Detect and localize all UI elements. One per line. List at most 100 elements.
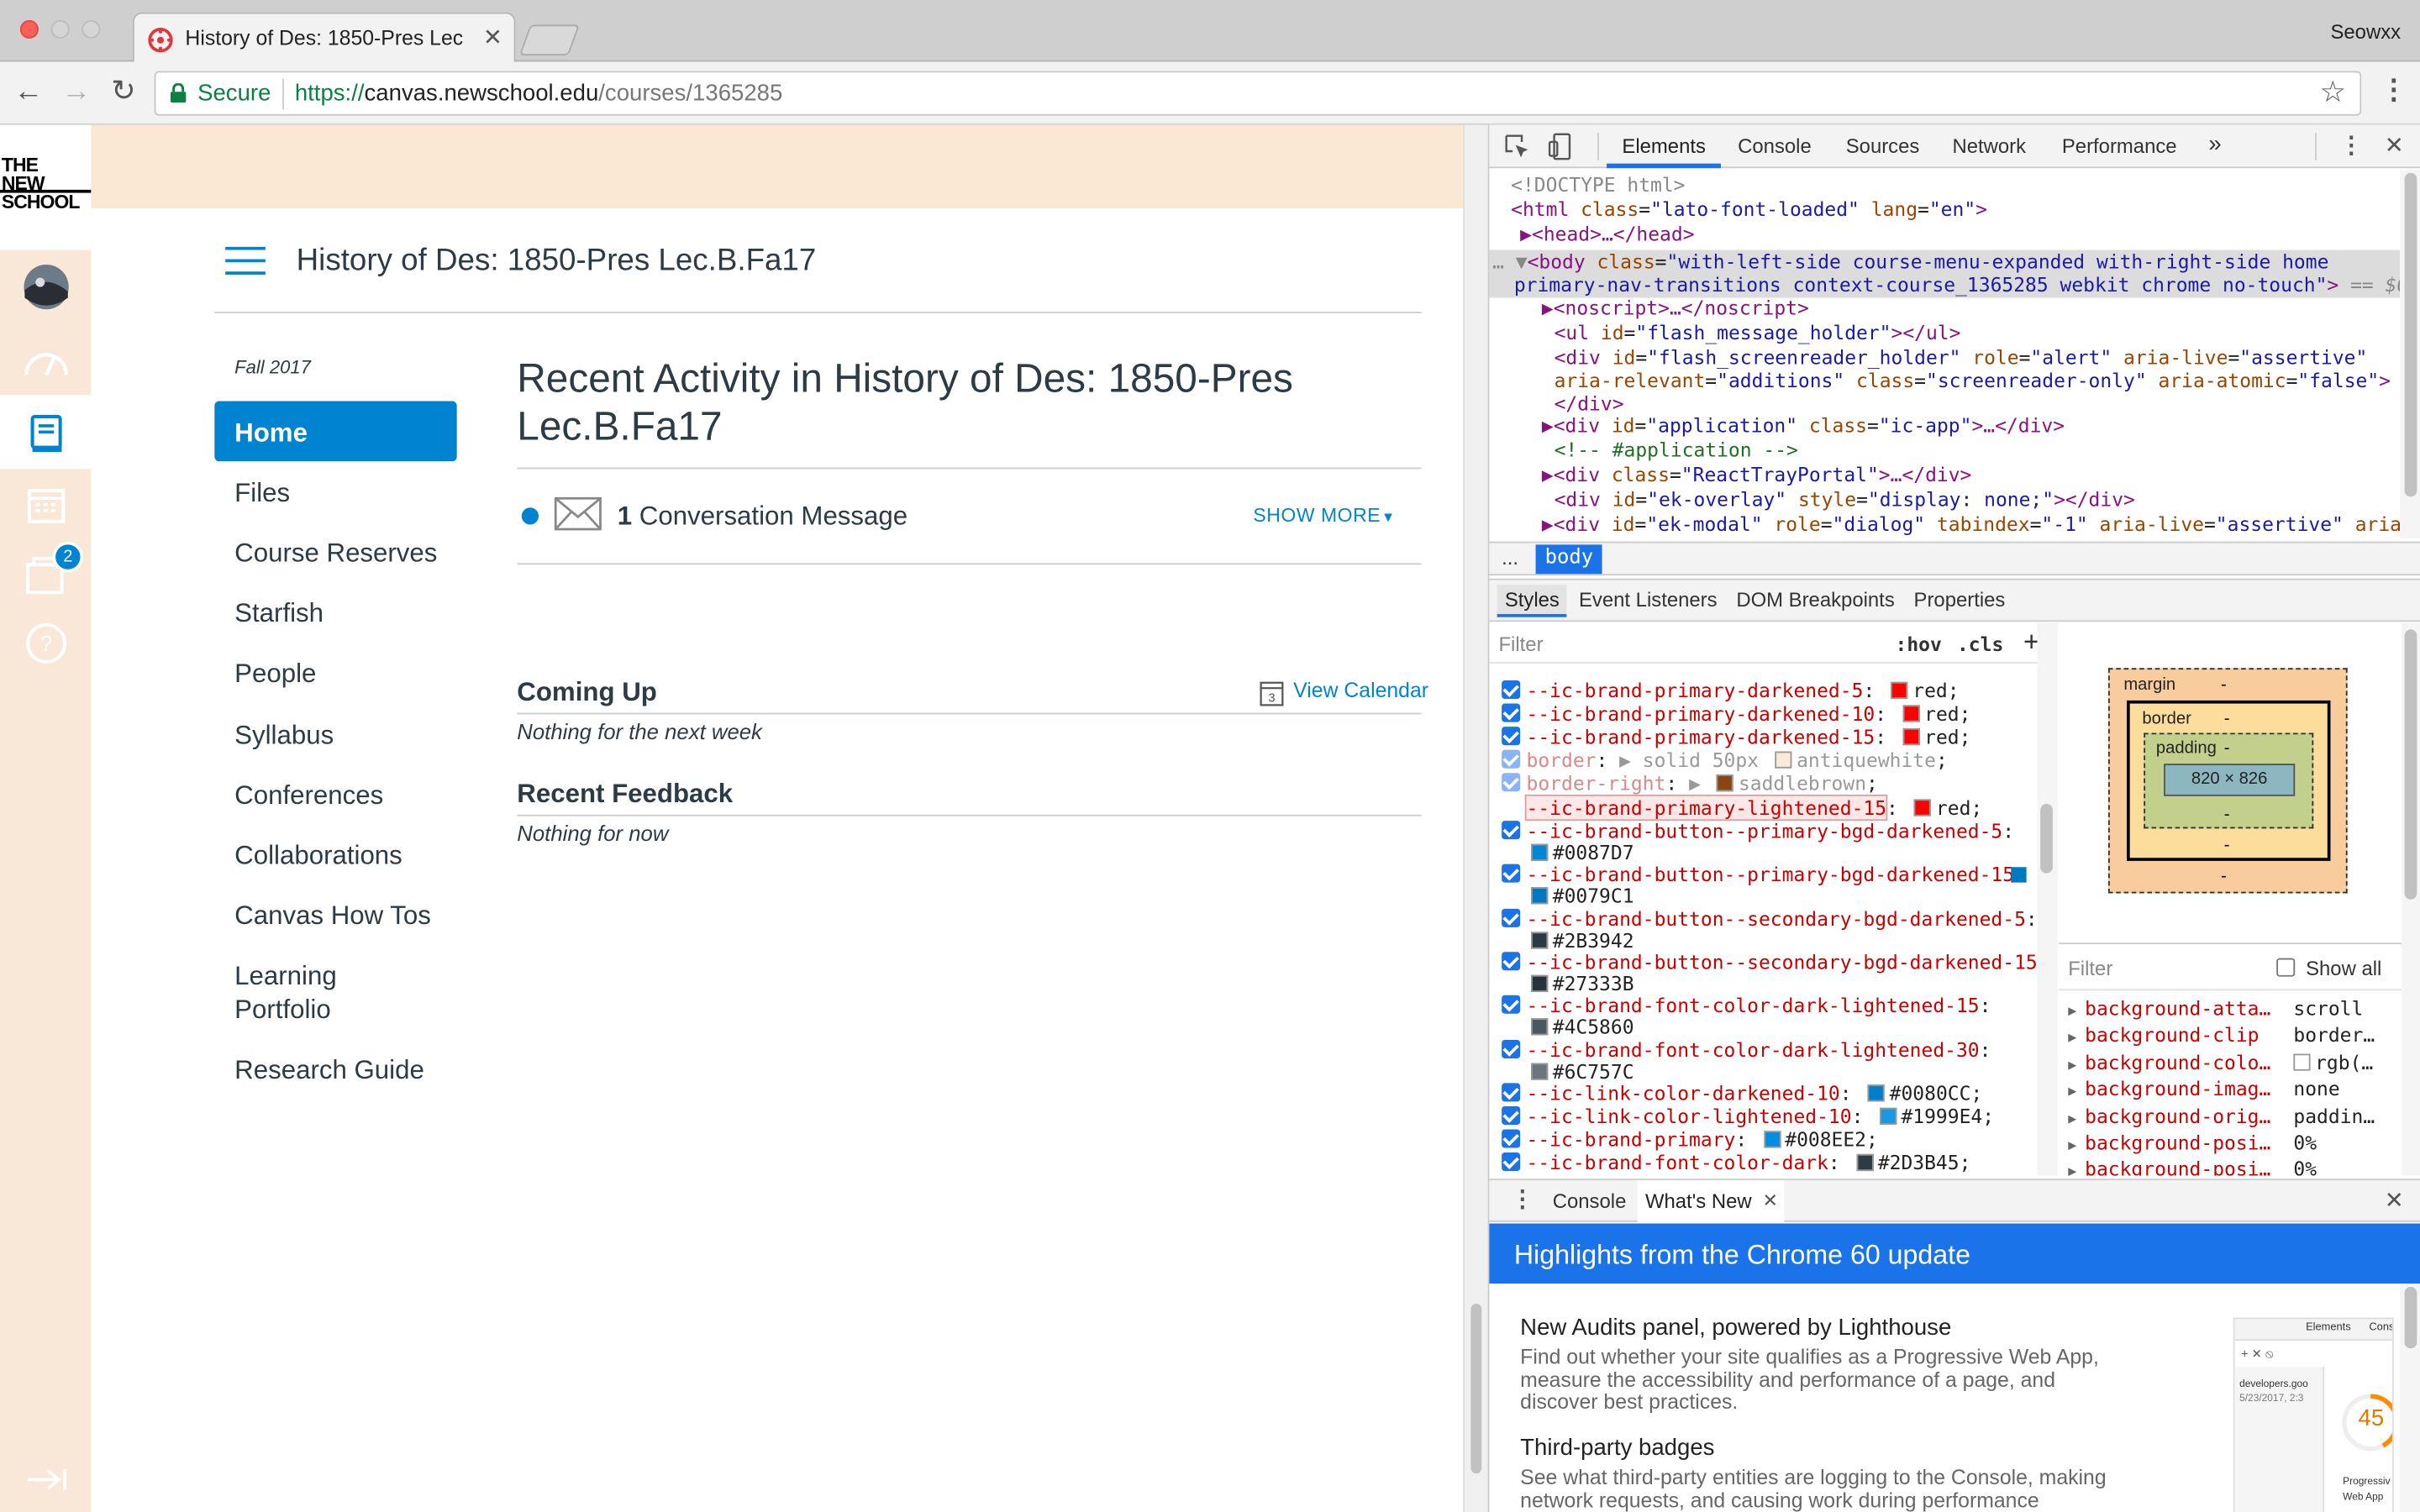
dom-line-flash-holder[interactable]: <ul id="flash_message_holder"></ul> [1555, 321, 1961, 344]
dom-line-application[interactable]: ▶<div id="application" class="ic-app">…<… [1542, 413, 2065, 437]
course-nav-learning-portfolio[interactable]: Learning [214, 959, 456, 992]
style-rule[interactable]: --ic-brand-primary-darkened-15: red; [1527, 725, 1971, 748]
color-swatch[interactable] [1531, 1063, 1549, 1080]
courses-icon[interactable] [0, 398, 91, 469]
bookmark-star-icon[interactable]: ☆ [2320, 76, 2346, 111]
course-nav-canvas-how-tos[interactable]: Canvas How Tos [214, 900, 456, 932]
box-margin[interactable]: margin - - border - - padding - - 820 × … [2107, 668, 2348, 894]
drawer-tab-whats-new-label[interactable]: What's New [1645, 1189, 1752, 1213]
style-rule[interactable]: --ic-brand-button--primary-bgd-darkened-… [1527, 863, 2026, 886]
style-rule-checkbox[interactable] [1502, 995, 1521, 1014]
dom-line-head[interactable]: ▶<head>…</head> [1520, 222, 1694, 245]
style-rule-value[interactable]: #4C5860 [1527, 1016, 1634, 1038]
dom-tree-scrollbar[interactable] [2400, 170, 2420, 539]
dom-line-react-tray[interactable]: ▶<div class="ReactTrayPortal">…</div> [1542, 463, 1972, 486]
forward-icon[interactable]: → [61, 76, 91, 109]
style-rule[interactable]: --ic-brand-font-color-dark-lightened-30: [1527, 1038, 1991, 1062]
box-padding[interactable]: padding - - 820 × 826 [2144, 732, 2314, 829]
drawer-close-icon[interactable]: ✕ [2385, 1186, 2404, 1214]
color-swatch[interactable] [1531, 1018, 1549, 1036]
course-nav-syllabus[interactable]: Syllabus [214, 719, 456, 752]
address-bar[interactable]: Secure https://canvas.newschool.edu/cour… [154, 71, 2362, 116]
style-rule-checkbox[interactable] [1502, 1083, 1521, 1102]
style-rule-checkbox[interactable] [1502, 1039, 1521, 1059]
style-rule-checkbox[interactable] [1502, 727, 1521, 746]
more-tabs-icon[interactable]: » [2208, 131, 2221, 157]
hov-toggle[interactable]: :hov [1896, 633, 1942, 656]
color-swatch[interactable] [1531, 932, 1549, 949]
color-swatch[interactable] [1914, 799, 1932, 816]
color-swatch[interactable] [1867, 1084, 1886, 1102]
drawer-tab-console[interactable]: Console [1553, 1189, 1627, 1213]
course-nav-learning-portfolio-line2[interactable]: Portfolio [214, 994, 456, 1026]
whats-new-item1-title[interactable]: New Audits panel, powered by Lighthouse [1520, 1315, 1951, 1341]
color-swatch[interactable] [1531, 974, 1549, 993]
close-window-button[interactable] [19, 19, 39, 39]
style-rule-checkbox[interactable] [1502, 773, 1521, 792]
whats-new-scrollbar[interactable] [2400, 1284, 2420, 1512]
dom-line-screenreader[interactable]: <div id="flash_screenreader_holder" role… [1555, 345, 2368, 369]
dom-line-ek-overlay[interactable]: <div id="ek-overlay" style="display: non… [1555, 487, 2135, 511]
subtab-dom-breakpoints[interactable]: DOM Breakpoints [1736, 588, 1894, 612]
style-rule[interactable]: --ic-brand-button--secondary-bgd-darkene… [1527, 950, 2049, 974]
style-rule-value[interactable]: #0079C1 [1527, 884, 1634, 907]
style-rule[interactable]: --ic-brand-primary-lightened-15: red; [1524, 794, 1982, 822]
style-rule-value[interactable]: #2B3942 [1527, 929, 1634, 952]
dashboard-icon[interactable] [0, 326, 91, 396]
style-rule-checkbox[interactable] [1502, 1105, 1521, 1125]
color-swatch[interactable] [1763, 1131, 1781, 1148]
subtab-event-listeners[interactable]: Event Listeners [1579, 588, 1718, 612]
style-rule-checkbox[interactable] [1502, 864, 1521, 883]
style-rule[interactable]: --ic-brand-font-color-dark: #2D3B45; [1527, 1151, 1971, 1174]
back-icon[interactable]: ← [14, 76, 44, 109]
subtab-properties[interactable]: Properties [1914, 588, 2006, 612]
style-rule-checkbox[interactable] [1502, 1129, 1521, 1148]
computed-filter-input[interactable]: Filter [2068, 957, 2112, 980]
browser-tab[interactable]: History of Des: 1850-Pres Lec ✕ [132, 12, 516, 64]
style-rule[interactable]: --ic-link-color: #008EE2; [1527, 1174, 1844, 1176]
color-swatch[interactable] [1717, 774, 1734, 792]
tab-sources[interactable]: Sources [1846, 134, 1920, 158]
dom-line-comment[interactable]: <!-- #application --> [1555, 438, 1798, 462]
course-nav-course-reserves[interactable]: Course Reserves [214, 537, 456, 570]
device-toolbar-icon[interactable] [1548, 133, 1572, 160]
breadcrumb-course-title[interactable]: History of Des: 1850-Pres Lec.B.Fa17 [297, 244, 817, 279]
sidebar-scrollbar[interactable] [2401, 623, 2420, 1176]
breadcrumb-ellipsis[interactable]: ... [1502, 546, 1518, 570]
dom-line-screenreader-cont[interactable]: aria-relevant="additions" class="screenr… [1555, 369, 2391, 392]
color-swatch[interactable] [1531, 843, 1549, 861]
chrome-menu-icon[interactable]: ⋮ [2380, 74, 2407, 107]
course-nav-people[interactable]: People [214, 657, 456, 690]
tab-elements[interactable]: Elements [1622, 134, 1706, 158]
dom-line-body[interactable]: … ▼<body class="with-left-side course-me… [1492, 250, 2328, 274]
style-rule-checkbox[interactable] [1502, 749, 1521, 769]
help-icon[interactable]: ? [0, 608, 91, 679]
color-swatch[interactable] [1902, 727, 1920, 746]
style-rule[interactable]: --ic-brand-button--primary-bgd-darkened-… [1527, 819, 2015, 843]
tab-performance[interactable]: Performance [2062, 134, 2177, 158]
dom-tree-scrollbar-thumb[interactable] [2404, 172, 2417, 497]
cls-toggle[interactable]: .cls [1957, 633, 2003, 656]
style-rule[interactable]: --ic-brand-primary-darkened-5: red; [1527, 679, 1960, 702]
devtools-menu-icon[interactable]: ⋮ [2339, 131, 2363, 159]
course-nav-research-guide[interactable]: Research Guide [214, 1053, 456, 1086]
computed-property-row[interactable]: ▶ background-posi… [2068, 1156, 2270, 1175]
style-rule[interactable]: --ic-link-color-darkened-10: #0080CC; [1527, 1082, 1983, 1105]
course-nav-collaborations[interactable]: Collaborations [214, 839, 456, 872]
page-scrollbar[interactable] [1463, 124, 1488, 1512]
show-all-checkbox[interactable] [2276, 958, 2296, 977]
tab-network[interactable]: Network [1952, 134, 2026, 158]
breadcrumb-body[interactable]: body [1535, 544, 1603, 575]
profile-name[interactable]: Seowxx [2330, 20, 2401, 44]
course-menu-toggle-icon[interactable] [225, 246, 266, 278]
course-nav-starfish[interactable]: Starfish [214, 597, 456, 630]
devtools-close-icon[interactable]: ✕ [2385, 131, 2404, 159]
style-rule-checkbox[interactable] [1502, 952, 1521, 971]
style-rule[interactable]: --ic-brand-primary-darkened-10: red; [1527, 702, 1971, 726]
course-nav-files[interactable]: Files [214, 477, 456, 510]
style-rule[interactable]: --ic-brand-font-color-dark-lightened-15: [1527, 994, 1991, 1017]
dom-line-html[interactable]: <html class="lato-font-loaded" lang="en"… [1511, 197, 1987, 221]
style-rule-checkbox[interactable] [1502, 1152, 1521, 1172]
color-swatch[interactable] [2293, 1053, 2311, 1071]
inspect-element-icon[interactable] [1505, 134, 1529, 159]
